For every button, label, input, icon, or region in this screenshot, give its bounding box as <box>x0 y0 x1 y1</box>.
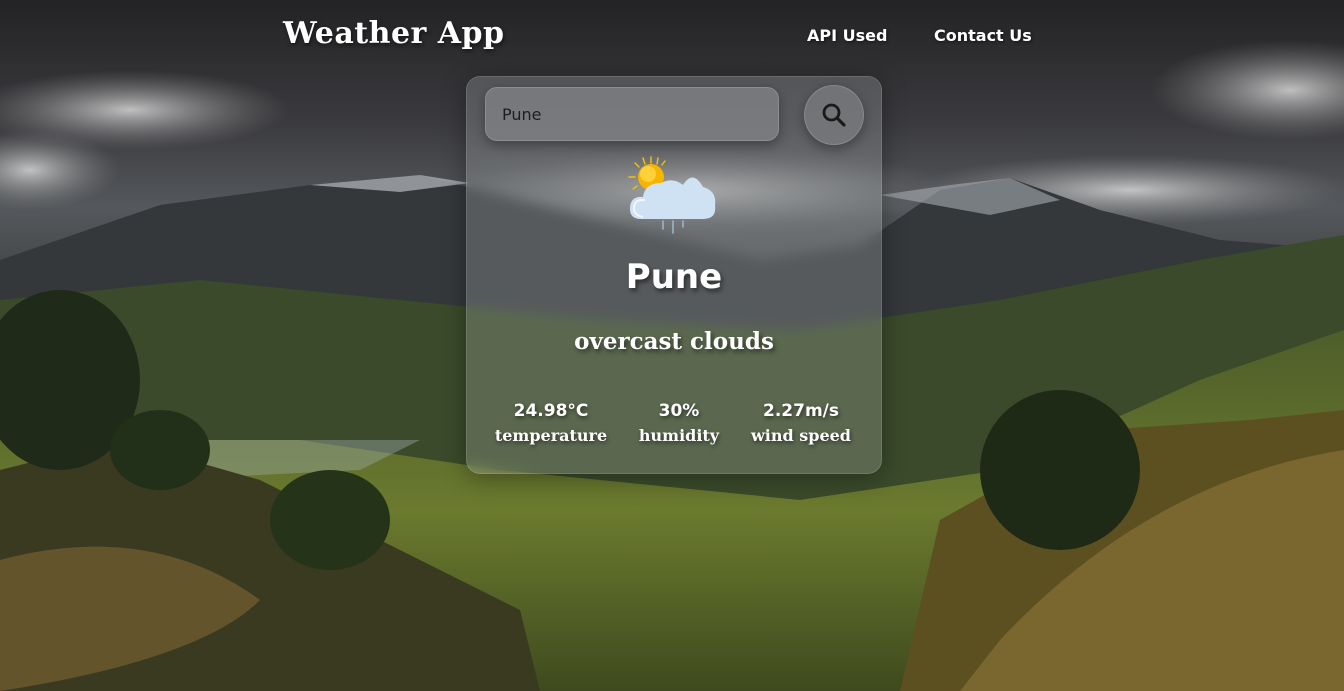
app-background: Weather App API Used Contact Us Pune Pun… <box>0 0 1344 691</box>
humidity-label: humidity <box>638 426 720 445</box>
wind-speed-label: wind speed <box>751 426 851 445</box>
city-name: Pune <box>625 257 723 297</box>
nav-link-contact-us[interactable]: Contact Us <box>934 26 1032 45</box>
search-icon <box>822 103 846 127</box>
search-button[interactable] <box>804 85 864 145</box>
weather-card: Pune overcast clouds 24.98°C temperature… <box>466 76 882 474</box>
weather-description: overcast clouds <box>574 328 774 355</box>
humidity-value: 30% <box>658 401 700 421</box>
partly-cloudy-rain-icon <box>628 156 716 234</box>
stat-humidity: 30% humidity <box>629 399 729 449</box>
wind-speed-value: 2.27m/s <box>763 401 839 421</box>
temperature-label: temperature <box>494 426 608 445</box>
city-search-input[interactable] <box>485 87 779 141</box>
nav-link-api-used[interactable]: API Used <box>807 26 887 45</box>
app-title: Weather App <box>283 16 505 51</box>
temperature-value: 24.98°C <box>513 401 589 421</box>
stat-wind-speed: 2.27m/s wind speed <box>747 399 855 449</box>
stat-temperature: 24.98°C temperature <box>487 399 615 449</box>
